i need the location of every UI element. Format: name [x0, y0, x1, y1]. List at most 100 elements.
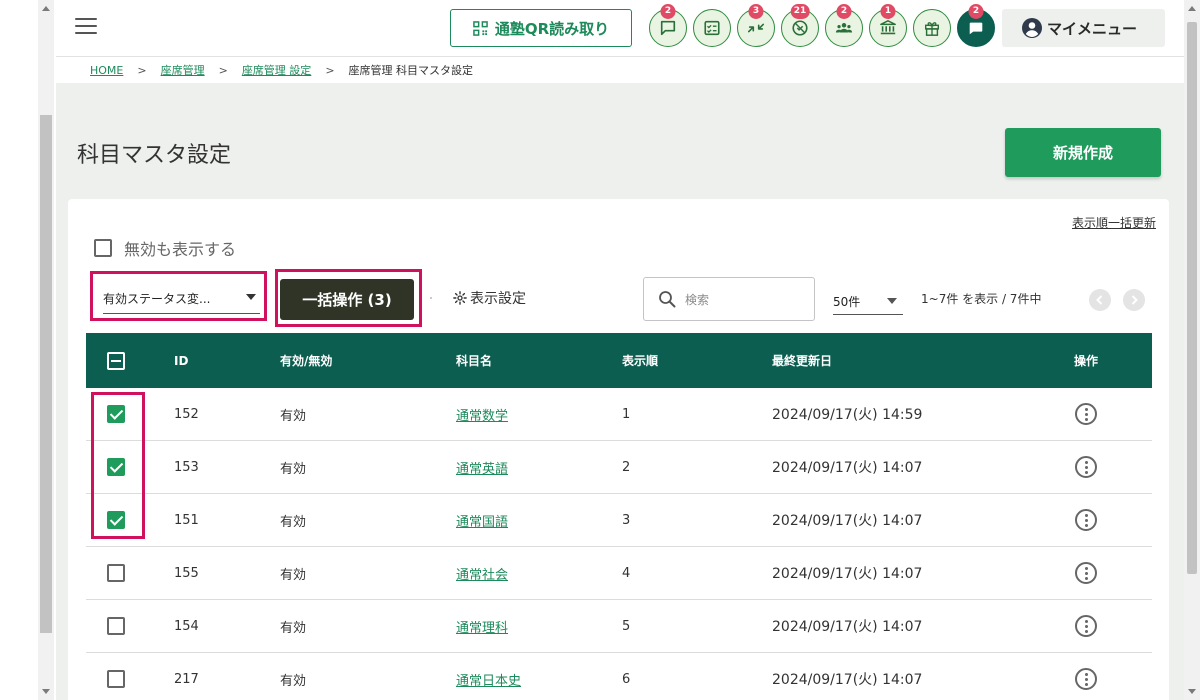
cell-last-updated: 2024/09/17(火) 14:07	[772, 566, 923, 582]
search-icon	[659, 291, 676, 308]
header-display-order[interactable]: 表示順	[622, 333, 658, 388]
more-options-icon[interactable]	[1075, 509, 1097, 531]
qr-scan-label: 通塾QR読み取り	[494, 19, 610, 38]
checklist-icon	[704, 20, 720, 36]
row-checkbox[interactable]	[107, 617, 125, 635]
cell-id: 155	[174, 565, 199, 581]
breadcrumb-seat-management-link[interactable]: 座席管理	[161, 62, 205, 78]
bank-building-icon	[880, 20, 896, 35]
cell-id: 153	[174, 459, 199, 475]
table-header: ID 有効/無効 科目名 表示順 最終更新日 操作	[86, 333, 1152, 388]
prev-page-button[interactable]	[1089, 289, 1111, 311]
notification-badge: 2	[968, 4, 984, 19]
cell-status: 有効	[280, 673, 307, 689]
select-all-checkbox[interactable]	[107, 351, 125, 370]
subject-name-link[interactable]: 通常理科	[456, 600, 508, 652]
header-id[interactable]: ID	[174, 333, 188, 388]
absence-button[interactable]: 21	[781, 4, 819, 47]
bulk-order-update-link[interactable]: 表示順一括更新	[1072, 214, 1156, 231]
next-page-button[interactable]	[1123, 289, 1145, 311]
main-area: 通塾QR読み取り 2 3 21 2 1 2 マイメニュー HOME > 座席管理…	[56, 0, 1184, 700]
row-checkbox[interactable]	[107, 670, 125, 688]
breadcrumb-home-link[interactable]: HOME	[90, 64, 123, 77]
notification-badge: 21	[790, 4, 810, 19]
table-row: 153 有効 通常英語 2 2024/09/17(火) 14:07	[86, 441, 1152, 494]
scroll-up-arrow-icon[interactable]	[42, 6, 50, 11]
more-options-icon[interactable]	[1075, 562, 1097, 584]
header-operations: 操作	[1074, 354, 1099, 368]
cell-last-updated: 2024/09/17(火) 14:07	[772, 672, 923, 688]
cell-status: 有効	[280, 461, 307, 477]
table-row: 217 有効 通常日本史 6 2024/09/17(火) 14:07	[86, 653, 1152, 700]
more-options-icon[interactable]	[1075, 668, 1097, 690]
more-options-icon[interactable]	[1075, 456, 1097, 478]
status-change-select[interactable]: 有効ステータス変...	[103, 284, 260, 314]
message-button[interactable]: 2	[957, 4, 995, 47]
cell-last-updated: 2024/09/17(火) 14:07	[772, 460, 923, 476]
bulk-action-button[interactable]: 一括操作 (3)	[280, 279, 414, 320]
cell-status: 有効	[280, 408, 307, 424]
cell-id: 152	[174, 406, 199, 422]
show-invalid-label: 無効も表示する	[124, 240, 237, 259]
scrollbar-thumb[interactable]	[1187, 22, 1197, 574]
gift-icon	[924, 22, 940, 36]
subject-name-link[interactable]: 通常英語	[456, 441, 508, 493]
breadcrumb: HOME > 座席管理 > 座席管理 設定 > 座席管理 科目マスタ設定	[56, 57, 1184, 83]
cell-id: 151	[174, 512, 199, 528]
gift-button[interactable]	[913, 9, 951, 47]
subject-name-link[interactable]: 通常数学	[456, 388, 508, 440]
hamburger-menu-icon[interactable]	[75, 18, 97, 36]
more-options-icon[interactable]	[1075, 403, 1097, 425]
subject-name-link[interactable]: 通常社会	[456, 547, 508, 599]
chat-notification-button[interactable]: 2	[649, 4, 687, 47]
subject-name-link[interactable]: 通常日本史	[456, 653, 521, 700]
qr-scan-button[interactable]: 通塾QR読み取り	[450, 9, 632, 47]
header-status[interactable]: 有効/無効	[280, 333, 332, 388]
divider-dot	[430, 297, 432, 299]
cell-display-order: 5	[622, 618, 631, 634]
cell-status: 有効	[280, 620, 307, 636]
checklist-button[interactable]	[693, 9, 731, 47]
top-bar: 通塾QR読み取り 2 3 21 2 1 2 マイメニュー	[56, 0, 1184, 57]
chevron-left-icon	[1096, 295, 1103, 305]
left-scrollbar[interactable]	[38, 0, 54, 700]
notification-badge: 2	[660, 4, 676, 19]
institution-button[interactable]: 1	[869, 4, 907, 47]
cell-last-updated: 2024/09/17(火) 14:59	[772, 407, 923, 423]
cell-display-order: 3	[622, 512, 631, 528]
row-checkbox[interactable]	[107, 564, 125, 582]
table-row: 151 有効 通常国語 3 2024/09/17(火) 14:07	[86, 494, 1152, 547]
group-people-icon	[835, 23, 853, 33]
notification-badge: 3	[748, 4, 764, 19]
cell-id: 154	[174, 618, 199, 634]
page-title: 科目マスタ設定	[77, 143, 232, 168]
scroll-up-arrow-icon[interactable]	[1188, 6, 1196, 11]
breadcrumb-seat-settings-link[interactable]: 座席管理 設定	[242, 62, 312, 78]
cell-last-updated: 2024/09/17(火) 14:07	[772, 619, 923, 635]
scroll-down-arrow-icon[interactable]	[1188, 689, 1196, 694]
merge-button[interactable]: 3	[737, 4, 775, 47]
header-last-updated[interactable]: 最終更新日	[772, 333, 832, 388]
cell-display-order: 4	[622, 565, 631, 581]
create-new-button[interactable]: 新規作成	[1005, 128, 1161, 177]
right-scrollbar[interactable]	[1184, 0, 1200, 700]
show-invalid-checkbox[interactable]	[94, 239, 112, 257]
pagination-range: 1~7件 を表示 / 7件中	[921, 292, 1042, 306]
scroll-down-arrow-icon[interactable]	[42, 689, 50, 694]
show-invalid-toggle[interactable]: 無効も表示する	[94, 236, 236, 260]
highlight-box	[91, 392, 145, 539]
display-settings-button[interactable]: 表示設定	[453, 288, 526, 308]
subject-name-link[interactable]: 通常国語	[456, 494, 508, 546]
cell-id: 217	[174, 671, 199, 687]
qr-code-icon	[473, 20, 488, 36]
header-subject-name[interactable]: 科目名	[456, 333, 492, 388]
scrollbar-thumb[interactable]	[40, 115, 52, 633]
subject-master-card: 表示順一括更新 無効も表示する 有効ステータス変... 一括操作 (3) 表示設…	[68, 199, 1169, 700]
more-options-icon[interactable]	[1075, 615, 1097, 637]
my-menu-button[interactable]: マイメニュー	[1002, 9, 1165, 47]
per-page-select[interactable]: 50件	[833, 289, 903, 315]
search-placeholder: 検索	[685, 292, 710, 307]
user-account-icon	[1022, 18, 1042, 38]
group-button[interactable]: 2	[825, 4, 863, 47]
search-input[interactable]: 検索	[643, 277, 815, 321]
